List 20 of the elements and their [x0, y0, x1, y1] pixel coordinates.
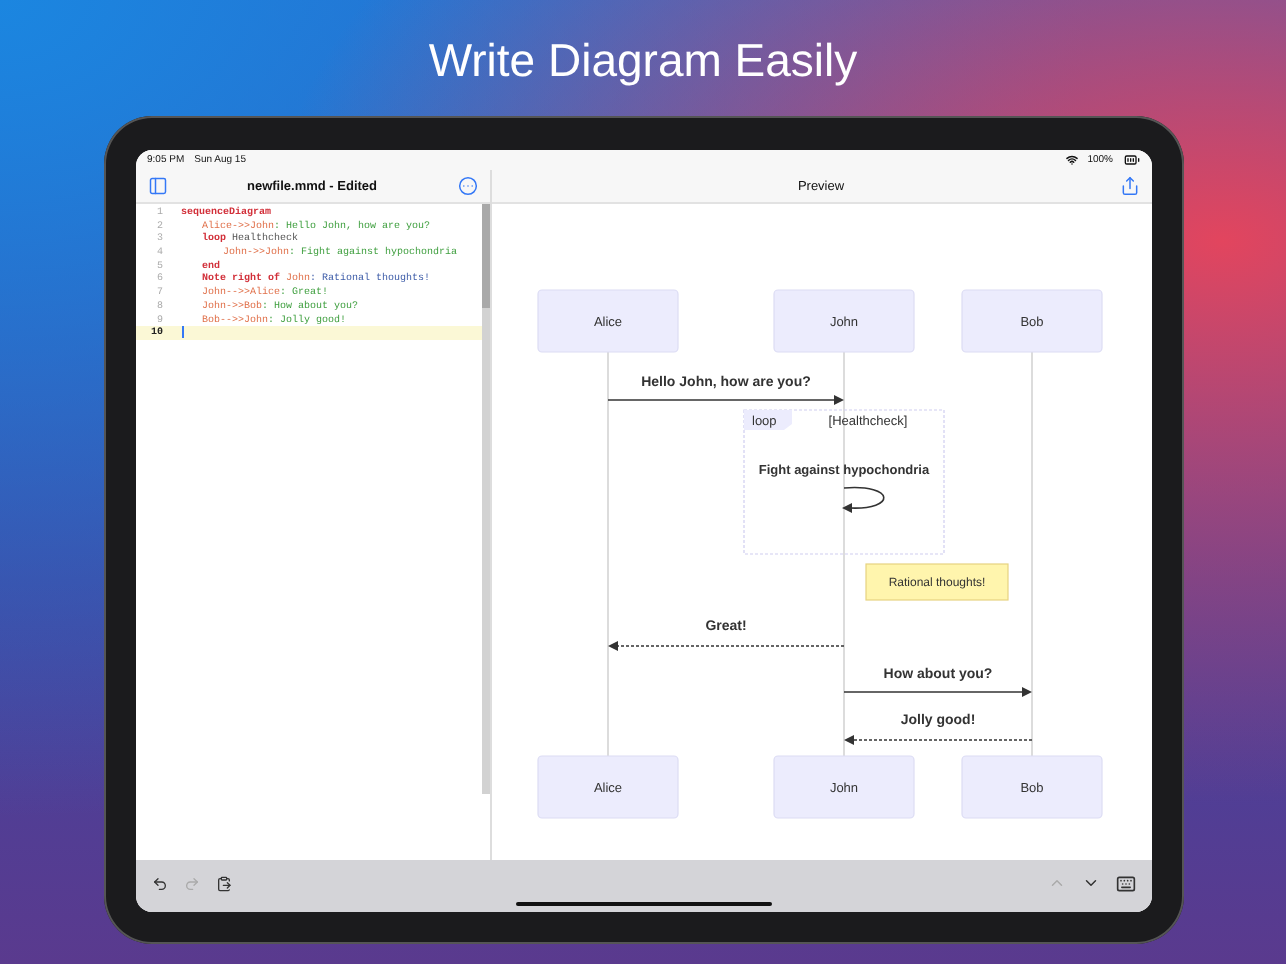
participant-box	[960, 289, 1102, 353]
paste-icon[interactable]	[215, 875, 231, 891]
text-cursor	[181, 326, 183, 339]
participant-box	[536, 755, 678, 819]
more-icon[interactable]	[457, 176, 477, 196]
participant-box	[772, 755, 914, 819]
participant-box	[772, 289, 914, 353]
keyboard-icon[interactable]	[1115, 873, 1135, 893]
battery-icon	[1123, 152, 1139, 168]
note-box	[864, 563, 1008, 601]
self-loop-arrow	[841, 486, 884, 513]
sidebar-icon[interactable]	[147, 176, 167, 196]
chevron-down-icon[interactable]	[1081, 874, 1099, 892]
headline: Write Diagram Easily	[428, 32, 858, 90]
loop-tab	[743, 410, 791, 430]
wifi-icon	[1065, 154, 1078, 166]
participant-box	[960, 755, 1102, 819]
share-icon[interactable]	[1119, 176, 1139, 196]
participant-box	[536, 289, 678, 353]
undo-icon[interactable]	[151, 875, 167, 891]
